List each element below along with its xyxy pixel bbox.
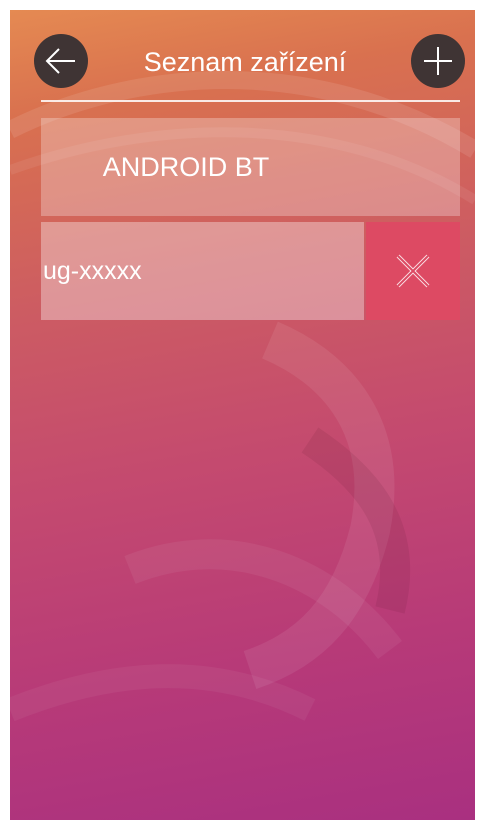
list-item: ug-xxxxx — [41, 222, 460, 320]
add-device-button[interactable] — [411, 34, 465, 88]
plus-icon — [424, 47, 452, 75]
tab-label: ANDROID BT — [102, 152, 270, 182]
arrow-left-icon — [45, 48, 75, 74]
device-name: ug-xxxxx — [43, 257, 142, 285]
close-icon — [396, 254, 430, 288]
device-list-screen: Seznam zařízení ANDROID BT ug-xxxxx — [10, 10, 475, 820]
device-item[interactable]: ug-xxxxx — [41, 222, 364, 320]
tab-android-bt[interactable]: ANDROID BT — [41, 118, 460, 216]
delete-device-button[interactable] — [366, 222, 460, 320]
header: Seznam zařízení — [10, 10, 475, 105]
header-divider — [41, 100, 460, 102]
page-title: Seznam zařízení — [143, 47, 347, 77]
